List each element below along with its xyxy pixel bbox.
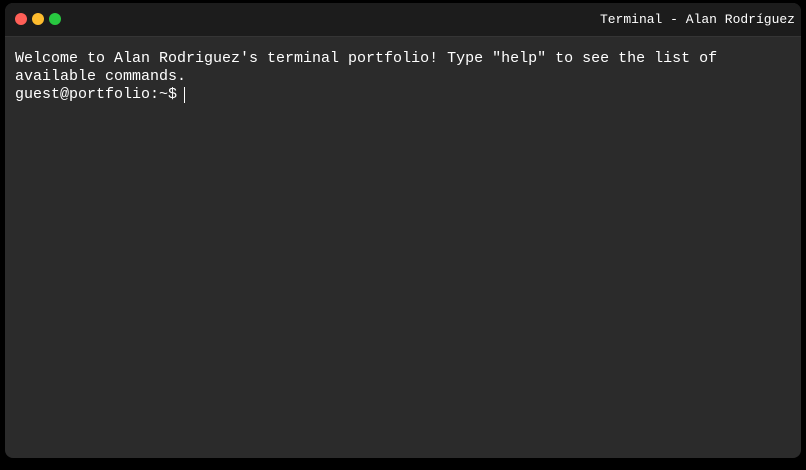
minimize-button-icon[interactable]: [32, 13, 44, 25]
title-bar[interactable]: Terminal - Alan Rodríguez: [5, 3, 801, 37]
terminal-window: Terminal - Alan Rodríguez Welcome to Ala…: [5, 3, 801, 458]
command-prompt-line: guest@portfolio:~$: [15, 86, 801, 104]
command-input[interactable]: [183, 86, 186, 104]
maximize-button-icon[interactable]: [49, 13, 61, 25]
window-controls: [15, 13, 61, 25]
welcome-message-line-2: available commands.: [15, 68, 187, 85]
prompt-label: guest@portfolio:~$: [15, 86, 178, 103]
terminal-output[interactable]: Welcome to Alan Rodriguez's terminal por…: [5, 37, 801, 104]
text-cursor: [184, 87, 186, 103]
welcome-message-line-1: Welcome to Alan Rodriguez's terminal por…: [15, 50, 718, 67]
close-button-icon[interactable]: [15, 13, 27, 25]
window-title: Terminal - Alan Rodríguez: [599, 12, 795, 27]
